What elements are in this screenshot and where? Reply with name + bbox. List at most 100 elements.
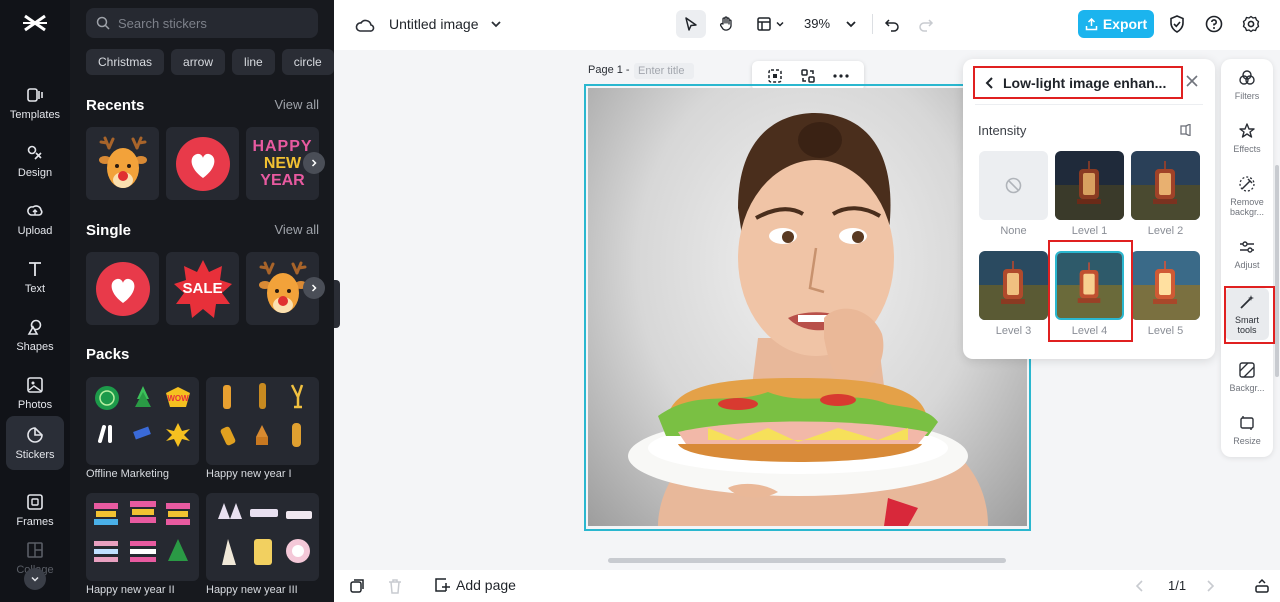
shield-button[interactable] <box>1166 13 1188 35</box>
year-text: YEAR <box>260 172 305 189</box>
pack-happy-new-year-2[interactable] <box>86 493 199 581</box>
rail-item-photos[interactable]: Photos <box>6 366 64 420</box>
recents-view-all-link[interactable]: View all <box>274 97 319 112</box>
chip-line[interactable]: line <box>232 49 275 75</box>
search-icon <box>96 16 110 30</box>
champagne-pack-preview <box>220 383 304 447</box>
help-icon <box>1205 15 1223 33</box>
sticker-sale[interactable]: SALE <box>166 252 239 325</box>
level-option-none[interactable] <box>979 151 1048 220</box>
offline-marketing-pack-preview: WOW <box>95 386 190 447</box>
title-dropdown-button[interactable] <box>489 17 503 31</box>
select-tool-button[interactable] <box>676 10 706 38</box>
bottom-bar: Add page 1/1 <box>334 570 1280 602</box>
undo-button[interactable] <box>880 12 904 36</box>
capcut-logo-icon[interactable] <box>22 12 48 34</box>
chip-arrow[interactable]: arrow <box>171 49 226 75</box>
rail-item-label: Upload <box>17 224 53 237</box>
page-title-input[interactable] <box>634 63 694 79</box>
sticker-heart-single[interactable] <box>86 252 159 325</box>
rail-item-label: Templates <box>9 108 61 121</box>
close-icon[interactable] <box>1184 73 1200 89</box>
search-box[interactable] <box>86 8 318 38</box>
panel-resize-handle[interactable] <box>334 280 340 328</box>
export-label: Export <box>1102 16 1148 32</box>
rail-item-label: Design <box>17 166 53 179</box>
vertical-scrollbar[interactable] <box>1275 165 1279 377</box>
chevron-down-icon <box>846 21 856 28</box>
page-panel-button[interactable] <box>1252 576 1272 596</box>
collage-icon <box>27 541 43 558</box>
level-option-2[interactable] <box>1131 151 1200 220</box>
trash-icon <box>389 579 401 594</box>
right-rail-filters[interactable]: Filters <box>1225 69 1269 101</box>
level-label: Level 3 <box>995 325 1032 337</box>
gear-icon <box>1242 15 1260 33</box>
page-label: Page 1 - <box>588 64 630 76</box>
next-page-button[interactable] <box>1202 578 1218 594</box>
cloud-icon <box>355 19 375 32</box>
right-rail-remove-background[interactable]: Remove backgr... <box>1225 175 1269 217</box>
search-input[interactable] <box>118 15 308 31</box>
level-option-3[interactable] <box>979 251 1048 320</box>
delete-page-button[interactable] <box>386 577 404 595</box>
layout-dropdown-button[interactable] <box>750 10 790 38</box>
add-page-label: Add page <box>456 577 516 593</box>
shield-check-icon <box>1170 15 1184 33</box>
recents-title: Recents <box>86 97 145 114</box>
rail-item-frames[interactable]: Frames <box>6 483 64 537</box>
help-button[interactable] <box>1203 13 1225 35</box>
right-rail-label: Backgr... <box>1229 383 1265 393</box>
lantern-thumbnail <box>1131 251 1200 320</box>
background-icon <box>1239 362 1255 378</box>
level-option-5[interactable] <box>1131 251 1200 320</box>
canvas-image[interactable] <box>588 88 1027 526</box>
horizontal-scrollbar[interactable] <box>608 558 1006 563</box>
none-icon <box>1005 177 1022 194</box>
sticker-heart[interactable] <box>166 127 239 200</box>
single-view-all-link[interactable]: View all <box>274 222 319 237</box>
rail-item-text[interactable]: Text <box>6 250 64 304</box>
duplicate-page-button[interactable] <box>348 577 366 595</box>
rail-item-stickers[interactable]: Stickers <box>6 416 64 470</box>
level-option-1[interactable] <box>1055 151 1124 220</box>
woman-with-sandwich-photo <box>628 113 988 526</box>
settings-button[interactable] <box>1240 13 1262 35</box>
rail-item-label: Shapes <box>16 340 54 353</box>
compare-icon[interactable] <box>1179 124 1193 136</box>
recents-next-button[interactable] <box>303 152 325 174</box>
right-rail-adjust[interactable]: Adjust <box>1225 238 1269 270</box>
right-rail-resize[interactable]: Resize <box>1225 414 1269 446</box>
cloud-save-button[interactable] <box>354 14 376 36</box>
rail-item-upload[interactable]: Upload <box>6 192 64 246</box>
pack-happy-new-year-1[interactable] <box>206 377 319 465</box>
rail-item-shapes[interactable]: Shapes <box>6 308 64 362</box>
heart-sticker-icon <box>175 136 230 191</box>
redo-button[interactable] <box>914 12 938 36</box>
single-next-button[interactable] <box>303 277 325 299</box>
chip-circle[interactable]: circle <box>281 49 334 75</box>
pack-offline-marketing[interactable]: WOW <box>86 377 199 465</box>
previous-page-button[interactable] <box>1132 578 1148 594</box>
rail-item-design[interactable]: Design <box>6 134 64 188</box>
back-chevron-icon[interactable] <box>985 76 995 90</box>
hand-tool-button[interactable] <box>712 10 740 38</box>
pack-happy-new-year-3[interactable] <box>206 493 319 581</box>
export-button[interactable]: Export <box>1078 10 1154 38</box>
rail-item-templates[interactable]: Templates <box>6 76 64 130</box>
heart-sticker-icon <box>95 261 150 316</box>
zoom-level[interactable]: 39% <box>804 16 830 31</box>
zoom-dropdown-button[interactable] <box>844 17 858 31</box>
duplicate-icon <box>350 579 364 593</box>
add-page-button[interactable]: Add page <box>434 577 516 593</box>
right-rail-effects[interactable]: Effects <box>1225 122 1269 154</box>
chevron-down-icon <box>31 576 39 582</box>
popover-divider <box>975 104 1203 105</box>
chip-christmas[interactable]: Christmas <box>86 49 165 75</box>
lantern-thumbnail <box>1055 151 1124 220</box>
collapse-rail-button[interactable] <box>24 568 46 590</box>
sticker-reindeer[interactable] <box>86 127 159 200</box>
right-rail-background[interactable]: Backgr... <box>1225 361 1269 393</box>
document-title[interactable]: Untitled image <box>389 16 479 32</box>
text-icon <box>29 261 41 276</box>
